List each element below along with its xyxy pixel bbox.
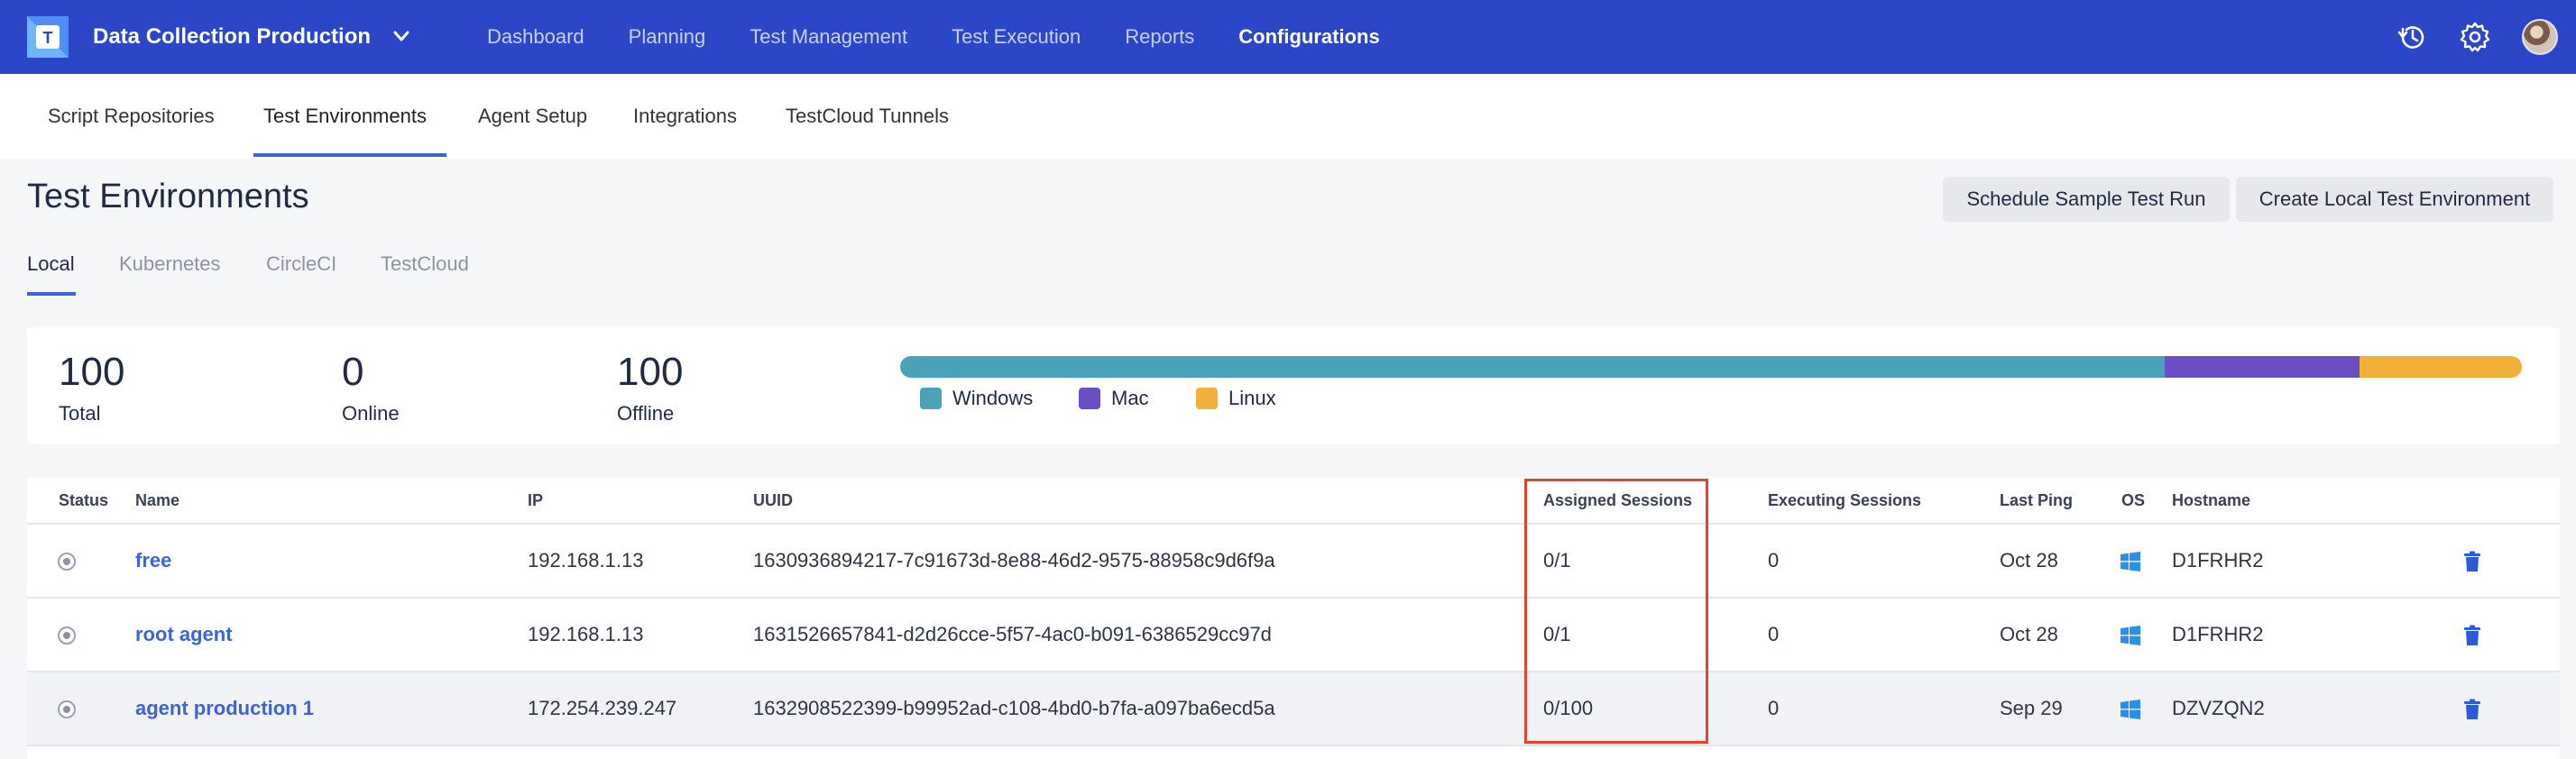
os-bar-windows [900,356,2166,378]
status-offline-icon [58,700,76,718]
tab-agent-setup[interactable]: Agent Setup [478,74,587,159]
legend-swatch-windows [920,388,942,409]
agent-uuid: 1631526657841-d2d26cce-5f57-4ac0-b091-63… [753,623,1272,645]
env-tab-local[interactable]: Local [27,252,75,276]
nav-configurations[interactable]: Configurations [1238,25,1379,49]
nav-test-execution[interactable]: Test Execution [952,25,1081,49]
agent-name-link[interactable]: root agent [135,599,233,671]
header-hostname[interactable]: Hostname [2172,491,2250,510]
chevron-down-icon[interactable] [388,25,415,49]
assigned-sessions: 0/100 [1543,697,1594,719]
legend-mac: Mac [1079,387,1149,410]
nav-test-management[interactable]: Test Management [750,25,907,49]
os-bar-mac [2165,356,2360,378]
history-icon[interactable] [2396,20,2430,54]
env-tab-circleci[interactable]: CircleCI [266,252,336,276]
legend-linux: Linux [1196,387,1276,410]
executing-sessions: 0 [1768,697,1780,719]
agent-name-link[interactable]: agent production 1 [135,672,314,745]
tab-testcloud-tunnels[interactable]: TestCloud Tunnels [786,74,949,159]
configuration-subnav: Script Repositories Test Environments Ag… [0,74,2576,159]
legend-label-windows: Windows [952,387,1034,409]
schedule-sample-test-run-button[interactable]: Schedule Sample Test Run [1943,177,2230,222]
legend-swatch-mac [1079,388,1100,409]
agent-ip: 192.168.1.13 [528,549,644,572]
online-label: Online [342,402,400,425]
agent-ip: 172.254.239.247 [528,697,677,719]
hostname: DZVZQN2 [2172,697,2265,719]
env-tab-testcloud[interactable]: TestCloud [381,252,469,276]
environments-table: Status Name IP UUID Assigned Sessions Ex… [27,478,2560,759]
agent-uuid: 1632908522399-b99952ad-c108-4bd0-b7fa-a0… [753,697,1275,719]
total-label: Total [59,402,101,425]
legend-label-mac: Mac [1111,387,1149,409]
active-tab-indicator [253,153,446,157]
delete-trash-icon[interactable] [2462,551,2482,572]
agent-uuid: 1630936894217-7c91673d-8e88-46d2-9575-88… [753,549,1275,572]
hostname: D1FRHR2 [2172,623,2264,645]
legend-swatch-linux [1196,388,1218,409]
os-distribution-bar [900,356,2522,378]
top-navigation-bar: T Data Collection Production Dashboard P… [0,0,2576,74]
table-row[interactable]: agent production 1 172.254.239.247 16329… [27,672,2560,746]
nav-dashboard[interactable]: Dashboard [487,25,584,49]
settings-gear-icon[interactable] [2458,20,2492,54]
windows-icon [2121,552,2140,572]
offline-label: Offline [617,402,675,425]
assigned-sessions: 0/1 [1543,549,1571,572]
create-local-test-environment-button[interactable]: Create Local Test Environment [2236,177,2553,222]
main-nav: Dashboard Planning Test Management Test … [487,0,1424,74]
header-ip[interactable]: IP [528,491,543,510]
total-count: 100 [59,350,125,394]
app-logo-icon[interactable]: T [27,16,69,58]
agent-stats-card: 100 Total 0 Online 100 Offline Windows M… [27,327,2560,444]
status-offline-icon [58,553,76,571]
header-uuid[interactable]: UUID [753,491,793,510]
last-ping: Sep 29 [2000,697,2063,719]
page-title: Test Environments [27,178,309,215]
agent-name-link[interactable]: free [135,525,171,597]
table-row[interactable]: free 192.168.1.13 1630936894217-7c91673d… [27,525,2560,599]
os-bar-linux [2360,356,2522,378]
offline-count: 100 [617,350,684,394]
executing-sessions: 0 [1768,623,1780,645]
nav-planning[interactable]: Planning [629,25,706,49]
env-tab-kubernetes[interactable]: Kubernetes [119,252,221,276]
legend-label-linux: Linux [1228,387,1276,409]
project-name[interactable]: Data Collection Production [93,0,371,74]
tab-test-environments[interactable]: Test Environments [263,74,427,159]
windows-icon [2121,700,2140,719]
agent-ip: 192.168.1.13 [528,623,644,645]
tab-script-repositories[interactable]: Script Repositories [48,74,215,159]
header-assigned-sessions[interactable]: Assigned Sessions [1543,491,1692,510]
executing-sessions: 0 [1768,549,1780,572]
last-ping: Oct 28 [2000,549,2058,572]
table-row[interactable]: root agent 192.168.1.13 1631526657841-d2… [27,599,2560,672]
assigned-sessions: 0/1 [1543,623,1571,645]
windows-icon [2121,626,2140,645]
tab-integrations[interactable]: Integrations [633,74,737,159]
nav-reports[interactable]: Reports [1125,25,1194,49]
last-ping: Oct 28 [2000,623,2058,645]
hostname: D1FRHR2 [2172,549,2264,572]
delete-trash-icon[interactable] [2462,625,2482,646]
env-tab-indicator [27,292,76,296]
legend-windows: Windows [920,387,1033,410]
delete-trash-icon[interactable] [2462,699,2482,720]
status-offline-icon [58,626,76,645]
header-executing-sessions[interactable]: Executing Sessions [1768,491,1921,510]
user-avatar[interactable] [2522,19,2558,55]
header-name[interactable]: Name [135,491,179,510]
header-os[interactable]: OS [2121,491,2145,510]
svg-text:T: T [43,29,53,47]
header-last-ping[interactable]: Last Ping [2000,491,2073,510]
online-count: 0 [342,350,364,394]
header-status: Status [59,491,109,509]
